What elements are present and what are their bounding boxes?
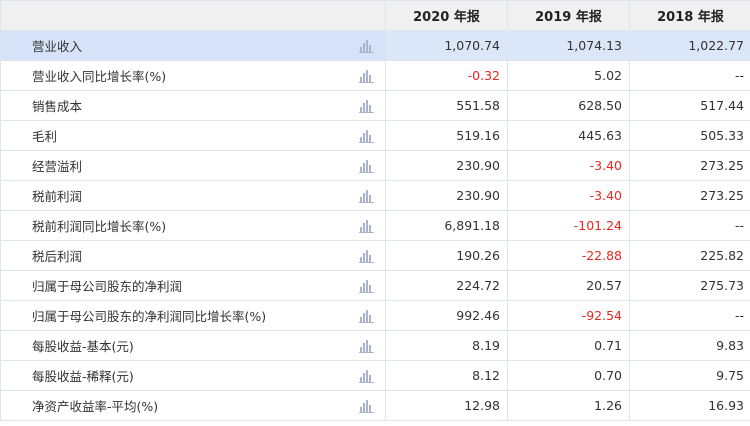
row-label-cell: 每股收益-基本(元)	[0, 330, 386, 361]
value-cell: --	[629, 60, 750, 91]
value-cell: -3.40	[507, 150, 630, 181]
bar-chart-icon[interactable]	[359, 250, 374, 263]
table-row[interactable]: 每股收益-稀释(元) 8.12 0.70 9.75	[0, 360, 750, 391]
value-cell: 275.73	[629, 270, 750, 301]
table-row[interactable]: 税前利润同比增长率(%) 6,891.18 -101.24 --	[0, 210, 750, 241]
value-cell: 273.25	[629, 150, 750, 181]
row-label: 税后利润	[32, 249, 83, 264]
value-cell: 551.58	[385, 90, 508, 121]
table-row[interactable]: 毛利 519.16 445.63 505.33	[0, 120, 750, 151]
table-body: 营业收入 1,070.74 1,074.13 1,022.77 营业收入同比增长率(%)…	[0, 30, 750, 421]
value-cell: -0.32	[385, 60, 508, 91]
row-label-cell: 归属于母公司股东的净利润	[0, 270, 386, 301]
value-cell: 9.83	[629, 330, 750, 361]
row-label-cell: 每股收益-稀释(元)	[0, 360, 386, 391]
value-cell: 519.16	[385, 120, 508, 151]
value-cell: 1,074.13	[507, 30, 630, 61]
row-label-cell: 毛利	[0, 120, 386, 151]
value-cell: 445.63	[507, 120, 630, 151]
header-row: 2020 年报 2019 年报 2018 年报	[0, 0, 750, 31]
value-cell: 8.19	[385, 330, 508, 361]
row-label-cell: 税后利润	[0, 240, 386, 271]
value-cell: 12.98	[385, 390, 508, 421]
value-cell: 230.90	[385, 180, 508, 211]
row-label: 归属于母公司股东的净利润同比增长率(%)	[32, 309, 267, 324]
value-cell: --	[629, 300, 750, 331]
value-cell: -22.88	[507, 240, 630, 271]
value-cell: 225.82	[629, 240, 750, 271]
table-row[interactable]: 营业收入同比增长率(%) -0.32 5.02 --	[0, 60, 750, 91]
row-label: 净资产收益率-平均(%)	[32, 399, 159, 414]
row-label: 经营溢利	[32, 159, 83, 174]
value-cell: 273.25	[629, 180, 750, 211]
bar-chart-icon[interactable]	[359, 280, 374, 293]
financial-summary-table: 2020 年报 2019 年报 2018 年报 营业收入 1,070.74 1,07…	[0, 0, 750, 421]
value-cell: 0.70	[507, 360, 630, 391]
value-cell: -3.40	[507, 180, 630, 211]
value-cell: 224.72	[385, 270, 508, 301]
value-cell: 628.50	[507, 90, 630, 121]
row-label: 税前利润同比增长率(%)	[32, 219, 167, 234]
table-row[interactable]: 归属于母公司股东的净利润 224.72 20.57 275.73	[0, 270, 750, 301]
value-cell: 505.33	[629, 120, 750, 151]
table-row[interactable]: 每股收益-基本(元) 8.19 0.71 9.83	[0, 330, 750, 361]
value-cell: 8.12	[385, 360, 508, 391]
column-header-2019[interactable]: 2019 年报	[507, 0, 630, 31]
value-cell: 1.26	[507, 390, 630, 421]
value-cell: 1,070.74	[385, 30, 508, 61]
column-header-2018[interactable]: 2018 年报	[629, 0, 750, 31]
row-label-cell: 营业收入	[0, 30, 386, 61]
bar-chart-icon[interactable]	[359, 400, 374, 413]
table-row[interactable]: 税前利润 230.90 -3.40 273.25	[0, 180, 750, 211]
row-label-cell: 销售成本	[0, 90, 386, 121]
value-cell: -92.54	[507, 300, 630, 331]
value-cell: 190.26	[385, 240, 508, 271]
table-row[interactable]: 净资产收益率-平均(%) 12.98 1.26 16.93	[0, 390, 750, 421]
value-cell: 20.57	[507, 270, 630, 301]
value-cell: 6,891.18	[385, 210, 508, 241]
bar-chart-icon[interactable]	[359, 190, 374, 203]
row-label: 归属于母公司股东的净利润	[32, 279, 183, 294]
row-label-cell: 税前利润同比增长率(%)	[0, 210, 386, 241]
bar-chart-icon[interactable]	[359, 310, 374, 323]
row-label: 税前利润	[32, 189, 83, 204]
bar-chart-icon[interactable]	[359, 370, 374, 383]
bar-chart-icon[interactable]	[359, 40, 374, 53]
bar-chart-icon[interactable]	[359, 160, 374, 173]
bar-chart-icon[interactable]	[359, 340, 374, 353]
bar-chart-icon[interactable]	[359, 70, 374, 83]
value-cell: 5.02	[507, 60, 630, 91]
column-header-2020[interactable]: 2020 年报	[385, 0, 508, 31]
table-row[interactable]: 销售成本 551.58 628.50 517.44	[0, 90, 750, 121]
row-label: 营业收入同比增长率(%)	[32, 69, 167, 84]
value-cell: 0.71	[507, 330, 630, 361]
bar-chart-icon[interactable]	[359, 100, 374, 113]
bar-chart-icon[interactable]	[359, 130, 374, 143]
row-label-cell: 营业收入同比增长率(%)	[0, 60, 386, 91]
row-label-cell: 税前利润	[0, 180, 386, 211]
value-cell: -101.24	[507, 210, 630, 241]
value-cell: 230.90	[385, 150, 508, 181]
table-row[interactable]: 营业收入 1,070.74 1,074.13 1,022.77	[0, 30, 750, 61]
bar-chart-icon[interactable]	[359, 220, 374, 233]
value-cell: 1,022.77	[629, 30, 750, 61]
row-label-cell: 归属于母公司股东的净利润同比增长率(%)	[0, 300, 386, 331]
value-cell: 517.44	[629, 90, 750, 121]
value-cell: 16.93	[629, 390, 750, 421]
table-row[interactable]: 税后利润 190.26 -22.88 225.82	[0, 240, 750, 271]
header-corner-cell	[0, 0, 386, 31]
table-row[interactable]: 经营溢利 230.90 -3.40 273.25	[0, 150, 750, 181]
value-cell: 992.46	[385, 300, 508, 331]
row-label: 毛利	[32, 129, 58, 144]
value-cell: --	[629, 210, 750, 241]
row-label-cell: 经营溢利	[0, 150, 386, 181]
row-label: 每股收益-基本(元)	[32, 339, 134, 354]
value-cell: 9.75	[629, 360, 750, 391]
row-label: 营业收入	[32, 39, 83, 54]
table-row[interactable]: 归属于母公司股东的净利润同比增长率(%) 992.46 -92.54 --	[0, 300, 750, 331]
row-label: 每股收益-稀释(元)	[32, 369, 134, 384]
row-label-cell: 净资产收益率-平均(%)	[0, 390, 386, 421]
row-label: 销售成本	[32, 99, 83, 114]
